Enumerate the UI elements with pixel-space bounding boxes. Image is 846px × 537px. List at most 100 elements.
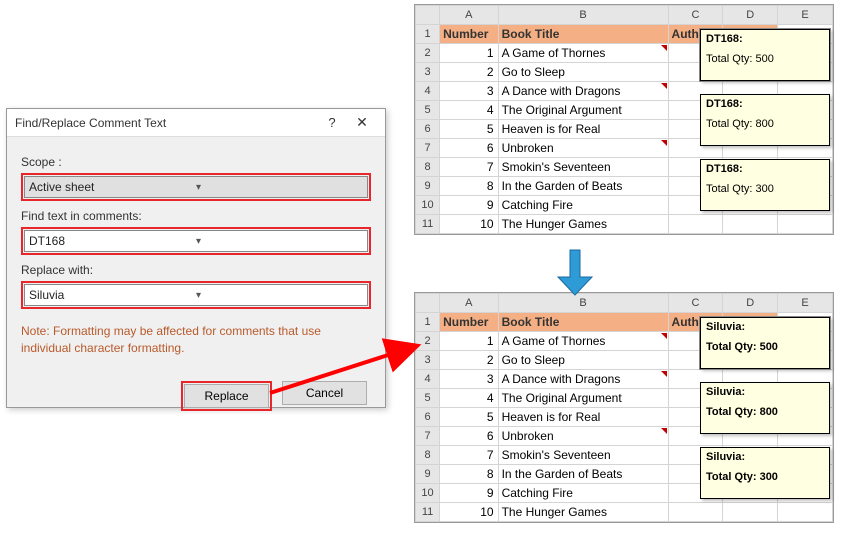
cell[interactable]: The Hunger Games bbox=[498, 215, 668, 234]
row-header[interactable]: 10 bbox=[416, 484, 440, 503]
cell[interactable]: Unbroken bbox=[498, 427, 668, 446]
cell[interactable]: 8 bbox=[440, 177, 498, 196]
cell[interactable]: Go to Sleep bbox=[498, 63, 668, 82]
cell[interactable]: Go to Sleep bbox=[498, 351, 668, 370]
cell[interactable]: A Game of Thornes bbox=[498, 332, 668, 351]
cell[interactable]: 9 bbox=[440, 484, 498, 503]
scope-combobox[interactable]: Active sheet ▾ bbox=[24, 176, 368, 198]
row-header[interactable]: 4 bbox=[416, 82, 440, 101]
row-header[interactable]: 7 bbox=[416, 139, 440, 158]
cell[interactable]: 3 bbox=[440, 370, 498, 389]
cell[interactable]: Number bbox=[440, 313, 498, 332]
cell[interactable]: Smokin's Seventeen bbox=[498, 158, 668, 177]
comment-box[interactable]: Siluvia:Total Qty: 800 bbox=[700, 382, 830, 434]
row-header[interactable]: 1 bbox=[416, 25, 440, 44]
cell[interactable]: Catching Fire bbox=[498, 196, 668, 215]
row-header[interactable]: 8 bbox=[416, 158, 440, 177]
cell[interactable]: Heaven is for Real bbox=[498, 408, 668, 427]
comment-box[interactable]: DT168:Total Qty: 500 bbox=[700, 29, 830, 81]
row-header[interactable]: 8 bbox=[416, 446, 440, 465]
cell[interactable] bbox=[668, 215, 723, 234]
corner-cell[interactable] bbox=[416, 294, 440, 313]
comment-author: DT168: bbox=[706, 98, 824, 110]
comment-box[interactable]: Siluvia:Total Qty: 500 bbox=[700, 317, 830, 369]
row-header[interactable]: 10 bbox=[416, 196, 440, 215]
comment-indicator-icon bbox=[661, 371, 667, 377]
row-header[interactable]: 9 bbox=[416, 465, 440, 484]
col-header-d[interactable]: D bbox=[723, 6, 778, 25]
row-header[interactable]: 9 bbox=[416, 177, 440, 196]
cell[interactable] bbox=[778, 215, 833, 234]
replace-button[interactable]: Replace bbox=[184, 384, 269, 408]
col-header-e[interactable]: E bbox=[778, 6, 833, 25]
col-header-c[interactable]: C bbox=[668, 294, 723, 313]
cell[interactable]: Catching Fire bbox=[498, 484, 668, 503]
row-header[interactable]: 11 bbox=[416, 215, 440, 234]
cell[interactable]: 4 bbox=[440, 389, 498, 408]
cell[interactable]: 2 bbox=[440, 63, 498, 82]
comment-indicator-icon bbox=[661, 428, 667, 434]
col-header-a[interactable]: A bbox=[440, 6, 498, 25]
replace-combobox[interactable]: Siluvia ▾ bbox=[24, 284, 368, 306]
col-header-d[interactable]: D bbox=[723, 294, 778, 313]
col-header-b[interactable]: B bbox=[498, 6, 668, 25]
cell[interactable]: The Hunger Games bbox=[498, 503, 668, 522]
cell[interactable]: 10 bbox=[440, 215, 498, 234]
cell[interactable]: The Original Argument bbox=[498, 389, 668, 408]
cell[interactable]: 2 bbox=[440, 351, 498, 370]
cell[interactable] bbox=[723, 503, 778, 522]
dialog-titlebar: Find/Replace Comment Text ? ✕ bbox=[7, 109, 385, 137]
cell[interactable]: A Dance with Dragons bbox=[498, 82, 668, 101]
cell[interactable]: 8 bbox=[440, 465, 498, 484]
cell[interactable]: 6 bbox=[440, 139, 498, 158]
col-header-a[interactable]: A bbox=[440, 294, 498, 313]
col-header-c[interactable]: C bbox=[668, 6, 723, 25]
cell[interactable]: Smokin's Seventeen bbox=[498, 446, 668, 465]
cell[interactable]: Book Title bbox=[498, 25, 668, 44]
cell[interactable]: Book Title bbox=[498, 313, 668, 332]
row-header[interactable]: 6 bbox=[416, 408, 440, 427]
cell[interactable]: Unbroken bbox=[498, 139, 668, 158]
comment-box[interactable]: DT168:Total Qty: 800 bbox=[700, 94, 830, 146]
replace-label: Replace with: bbox=[21, 263, 371, 277]
cell[interactable]: 3 bbox=[440, 82, 498, 101]
cell[interactable]: 4 bbox=[440, 101, 498, 120]
cell[interactable]: Number bbox=[440, 25, 498, 44]
row-header[interactable]: 5 bbox=[416, 101, 440, 120]
row-header[interactable]: 11 bbox=[416, 503, 440, 522]
cell[interactable]: 1 bbox=[440, 44, 498, 63]
comment-box[interactable]: DT168:Total Qty: 300 bbox=[700, 159, 830, 211]
find-combobox[interactable]: DT168 ▾ bbox=[24, 230, 368, 252]
cell[interactable]: Heaven is for Real bbox=[498, 120, 668, 139]
cell[interactable]: 9 bbox=[440, 196, 498, 215]
help-button[interactable]: ? bbox=[317, 110, 347, 136]
cell[interactable] bbox=[668, 503, 723, 522]
comment-qty: Total Qty: 300 bbox=[706, 471, 824, 483]
row-header[interactable]: 1 bbox=[416, 313, 440, 332]
comment-box[interactable]: Siluvia:Total Qty: 300 bbox=[700, 447, 830, 499]
comment-indicator-icon bbox=[661, 83, 667, 89]
cell[interactable] bbox=[723, 215, 778, 234]
cell[interactable]: The Original Argument bbox=[498, 101, 668, 120]
cell[interactable]: 10 bbox=[440, 503, 498, 522]
cell[interactable]: 5 bbox=[440, 408, 498, 427]
cell[interactable]: A Dance with Dragons bbox=[498, 370, 668, 389]
cell[interactable]: 5 bbox=[440, 120, 498, 139]
cell[interactable] bbox=[778, 503, 833, 522]
cell[interactable]: 7 bbox=[440, 446, 498, 465]
row-header[interactable]: 2 bbox=[416, 44, 440, 63]
cell[interactable]: A Game of Thornes bbox=[498, 44, 668, 63]
col-header-e[interactable]: E bbox=[778, 294, 833, 313]
row-header[interactable]: 6 bbox=[416, 120, 440, 139]
cell[interactable]: In the Garden of Beats bbox=[498, 465, 668, 484]
find-value: DT168 bbox=[29, 234, 196, 248]
row-header[interactable]: 3 bbox=[416, 63, 440, 82]
cell[interactable]: 1 bbox=[440, 332, 498, 351]
row-header[interactable]: 7 bbox=[416, 427, 440, 446]
cell[interactable]: In the Garden of Beats bbox=[498, 177, 668, 196]
close-button[interactable]: ✕ bbox=[347, 110, 377, 136]
corner-cell[interactable] bbox=[416, 6, 440, 25]
comment-author: DT168: bbox=[706, 163, 824, 175]
cell[interactable]: 7 bbox=[440, 158, 498, 177]
cell[interactable]: 6 bbox=[440, 427, 498, 446]
